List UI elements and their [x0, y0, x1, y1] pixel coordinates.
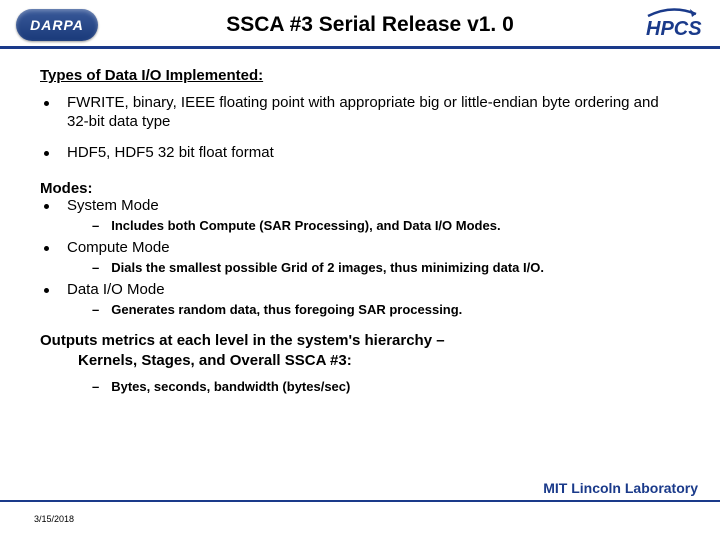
footer-lab: MIT Lincoln Laboratory [543, 480, 698, 496]
types-heading: Types of Data I/O Implemented: [40, 67, 684, 84]
dash-icon: – [92, 218, 99, 233]
slide-header: DARPA SSCA #3 Serial Release v1. 0 HPCS [0, 0, 720, 49]
slide-body: Types of Data I/O Implemented: FWRITE, b… [0, 49, 720, 394]
outputs-sub: – Bytes, seconds, bandwidth (bytes/sec) [40, 379, 684, 394]
outputs-block: Outputs metrics at each level in the sys… [40, 331, 684, 372]
list-item-text: FWRITE, binary, IEEE floating point with… [67, 94, 684, 132]
sub-item: – Includes both Compute (SAR Processing)… [40, 218, 684, 233]
types-list: FWRITE, binary, IEEE floating point with… [40, 94, 684, 162]
sub-item: – Dials the smallest possible Grid of 2 … [40, 260, 684, 275]
modes-list: Data I/O Mode [40, 281, 684, 300]
darpa-logo-text: DARPA [30, 17, 84, 33]
dash-icon: – [92, 302, 99, 317]
list-item: FWRITE, binary, IEEE floating point with… [40, 94, 684, 132]
modes-list: Compute Mode [40, 239, 684, 258]
modes-heading: Modes: [40, 180, 684, 197]
bullet-icon [44, 101, 49, 106]
list-item-text: System Mode [67, 197, 159, 216]
list-item-text: Compute Mode [67, 239, 170, 258]
bullet-icon [44, 288, 49, 293]
footer-date: 3/15/2018 [34, 514, 74, 524]
hpcs-logo: HPCS [642, 8, 704, 42]
arrow-arc-icon [648, 9, 696, 16]
outputs-sub-text: Bytes, seconds, bandwidth (bytes/sec) [111, 379, 350, 394]
bullet-icon [44, 246, 49, 251]
darpa-logo: DARPA [16, 9, 98, 41]
sub-item-text: Generates random data, thus foregoing SA… [111, 302, 462, 317]
list-item: System Mode [40, 197, 684, 216]
bullet-icon [44, 151, 49, 156]
outputs-line2: Kernels, Stages, and Overall SSCA #3: [40, 351, 684, 371]
bullet-icon [44, 204, 49, 209]
slide-title: SSCA #3 Serial Release v1. 0 [98, 13, 642, 37]
modes-list: System Mode [40, 197, 684, 216]
list-item: Data I/O Mode [40, 281, 684, 300]
sub-item-text: Dials the smallest possible Grid of 2 im… [111, 260, 544, 275]
outputs-line1: Outputs metrics at each level in the sys… [40, 332, 445, 349]
footer-divider [0, 500, 720, 502]
list-item-text: Data I/O Mode [67, 281, 165, 300]
list-item: Compute Mode [40, 239, 684, 258]
dash-icon: – [92, 260, 99, 275]
list-item: HDF5, HDF5 32 bit float format [40, 144, 684, 163]
dash-icon: – [92, 379, 99, 394]
sub-item-text: Includes both Compute (SAR Processing), … [111, 218, 500, 233]
list-item-text: HDF5, HDF5 32 bit float format [67, 144, 274, 163]
hpcs-logo-text: HPCS [646, 18, 702, 40]
sub-item: – Generates random data, thus foregoing … [40, 302, 684, 317]
